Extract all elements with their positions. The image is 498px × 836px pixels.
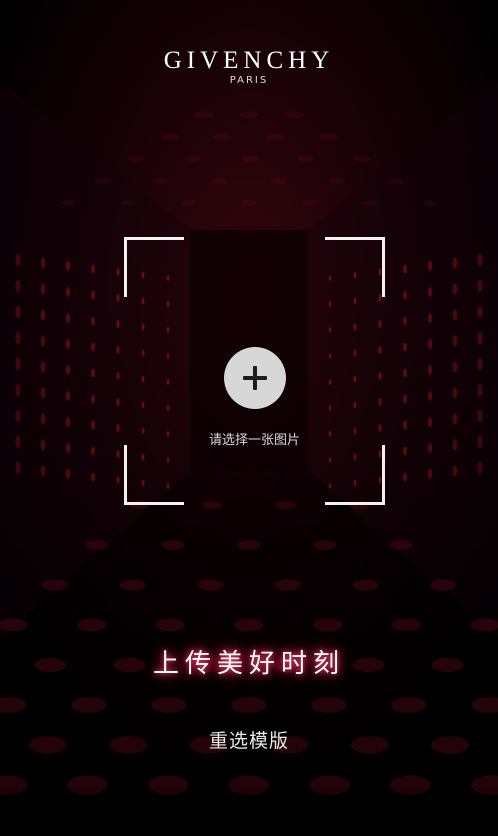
page-title: 上传美好时刻 [152,649,345,679]
frame-corner-bottom-right [325,445,385,505]
brand-subtitle: PARIS [229,75,269,86]
upload-hint: 请选择一张图片 [208,433,300,448]
plus-icon [243,366,267,390]
brand-block: GIVENCHY PARIS [0,48,498,87]
add-photo-button[interactable] [224,347,286,409]
reselect-template-button[interactable]: 重选模版 [0,729,498,753]
frame-corner-bottom-left [124,445,184,505]
frame-corner-top-left [124,237,184,297]
template-screen: GIVENCHY PARIS 请选择一张图片 上传美好时刻 重选模版 [0,0,498,836]
brand-logo: GIVENCHY [163,47,335,74]
frame-corner-top-right [325,237,385,297]
upload-frame[interactable]: 请选择一张图片 [124,237,385,505]
